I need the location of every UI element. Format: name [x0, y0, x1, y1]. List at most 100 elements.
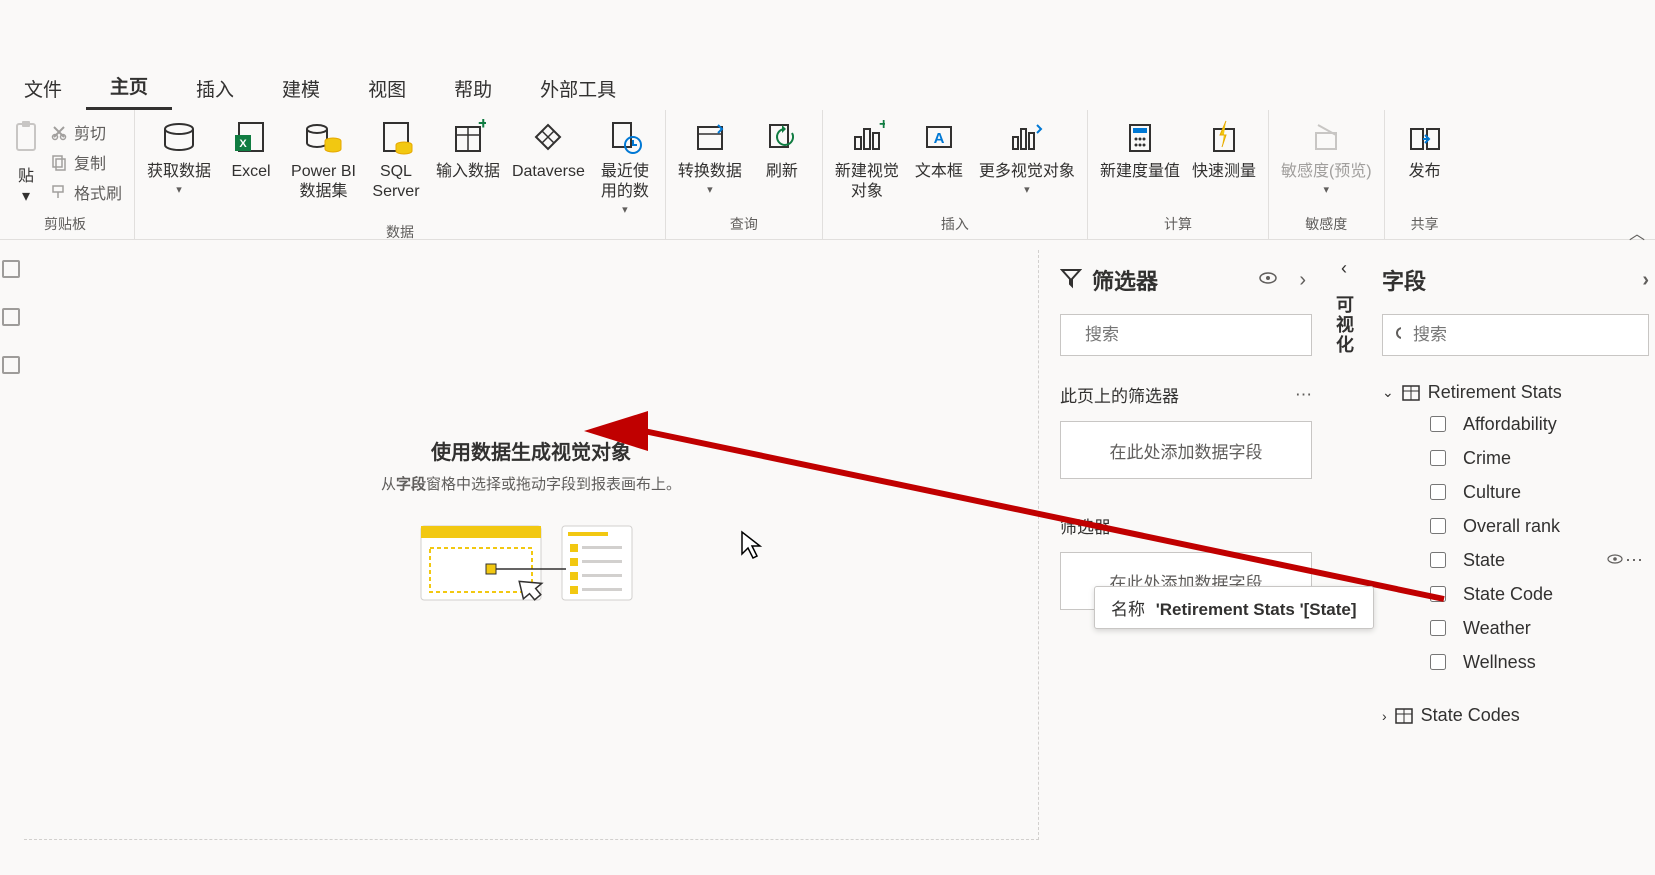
table-name-state-codes: State Codes — [1421, 705, 1520, 726]
page-filters-title: 此页上的筛选器 — [1060, 382, 1179, 407]
viz-expand-icon[interactable]: ‹ — [1341, 258, 1347, 279]
report-view-icon[interactable] — [2, 260, 20, 278]
textbox-label: 文本框 — [915, 162, 963, 182]
field-state[interactable]: State ⋯ — [1382, 543, 1649, 577]
filters-search-input[interactable] — [1083, 324, 1308, 346]
tooltip-value: 'Retirement Stats '[State] — [1156, 600, 1357, 619]
field-state-code[interactable]: State Code — [1382, 577, 1649, 611]
chevron-down-icon: ⌄ — [1382, 384, 1394, 401]
excel-button[interactable]: X Excel — [217, 114, 285, 186]
transform-data-button[interactable]: 转换数据 ▾ — [672, 114, 748, 202]
fields-collapse-icon[interactable]: › — [1642, 269, 1649, 292]
svg-text:A: A — [934, 130, 945, 147]
canvas-hint-title: 使用数据生成视觉对象 — [24, 436, 1038, 465]
left-nav — [0, 260, 22, 374]
tab-view[interactable]: 视图 — [344, 65, 430, 110]
group-title-data: 数据 — [386, 222, 414, 246]
format-painter-button[interactable]: 格式刷 — [50, 180, 122, 204]
dataverse-button[interactable]: Dataverse — [506, 114, 591, 186]
get-data-button[interactable]: 获取数据 ▾ — [141, 114, 217, 202]
publish-button[interactable]: 发布 — [1391, 114, 1459, 186]
field-more-icon[interactable]: ⋯ — [1625, 550, 1645, 571]
table-header-retirement-stats[interactable]: ⌄ Retirement Stats — [1382, 378, 1649, 407]
model-view-icon[interactable] — [2, 356, 20, 374]
cut-button[interactable]: 剪切 — [50, 120, 106, 144]
field-culture[interactable]: Culture — [1382, 475, 1649, 509]
tab-help[interactable]: 帮助 — [430, 65, 516, 110]
table-name-retirement-stats: Retirement Stats — [1428, 382, 1562, 403]
enter-data-button[interactable]: + 输入数据 — [430, 114, 506, 186]
table-icon — [1395, 708, 1413, 724]
powerbi-dataset-label: Power BI 数据集 — [291, 162, 356, 202]
sensitivity-button: 敏感度(预览) ▾ — [1275, 114, 1378, 202]
ribbon: 贴 ▾ 剪切 复制 格式刷 剪贴板 — [0, 110, 1655, 240]
copy-label: 复制 — [74, 150, 106, 174]
sql-server-button[interactable]: SQL Server — [362, 114, 430, 206]
publish-label: 发布 — [1409, 162, 1441, 182]
filters-title: 筛选器 — [1092, 264, 1243, 296]
fields-pane: 字段 › ⌄ Retirement Stats Affordability Cr… — [1366, 252, 1655, 738]
refresh-button[interactable]: 刷新 — [748, 114, 816, 186]
tab-external-tools[interactable]: 外部工具 — [516, 65, 640, 110]
quick-measure-button[interactable]: 快速测量 — [1186, 114, 1262, 186]
fields-title: 字段 — [1382, 264, 1426, 296]
transform-data-label: 转换数据 — [678, 162, 742, 182]
sensitivity-label: 敏感度(预览) — [1281, 162, 1372, 182]
page-filters-more-icon[interactable]: ⋯ — [1295, 385, 1312, 405]
tab-modeling[interactable]: 建模 — [258, 65, 344, 110]
group-title-queries: 查询 — [730, 214, 758, 238]
filters-visibility-icon[interactable] — [1253, 271, 1283, 290]
paste-label: 贴 — [18, 162, 34, 186]
filters-pane: 筛选器 › 此页上的筛选器 ⋯ 在此处添加数据字段 筛选器 在此处添加数据字段 — [1046, 252, 1326, 872]
recent-sources-button[interactable]: 最近使 用的数 ▾ — [591, 114, 659, 222]
quick-measure-label: 快速测量 — [1192, 162, 1256, 182]
ribbon-collapse-button[interactable]: ︿ — [1629, 220, 1645, 244]
filter-icon — [1060, 267, 1082, 294]
svg-text:X: X — [239, 138, 247, 150]
table-icon — [1402, 385, 1420, 401]
field-wellness[interactable]: Wellness — [1382, 645, 1649, 679]
new-visual-button[interactable]: + 新建视觉 对象 — [829, 114, 905, 206]
fields-search-input[interactable] — [1411, 324, 1636, 346]
tab-file[interactable]: 文件 — [0, 65, 86, 110]
fields-search[interactable] — [1382, 314, 1649, 356]
table-header-state-codes[interactable]: › State Codes — [1382, 701, 1649, 730]
paste-button[interactable]: 贴 ▾ — [2, 114, 50, 210]
visualizations-pane-collapsed: ‹ 可视化 — [1326, 252, 1362, 872]
get-data-label: 获取数据 — [147, 162, 211, 182]
refresh-label: 刷新 — [766, 162, 798, 182]
page-filters-dropzone[interactable]: 在此处添加数据字段 — [1060, 421, 1312, 479]
group-title-sensitivity: 敏感度 — [1305, 214, 1347, 238]
enter-data-label: 输入数据 — [436, 162, 500, 182]
svg-text:+: + — [879, 119, 885, 133]
field-crime[interactable]: Crime — [1382, 441, 1649, 475]
format-painter-label: 格式刷 — [74, 180, 122, 204]
new-visual-label: 新建视觉 对象 — [835, 162, 899, 202]
new-measure-label: 新建度量值 — [1100, 162, 1180, 182]
new-measure-button[interactable]: 新建度量值 — [1094, 114, 1186, 186]
report-canvas[interactable]: 使用数据生成视觉对象 从字段窗格中选择或拖动字段到报表画布上。 — [24, 250, 1039, 840]
copy-button[interactable]: 复制 — [50, 150, 106, 174]
cut-label: 剪切 — [74, 120, 106, 144]
recent-sources-label: 最近使 用的数 — [601, 162, 649, 202]
field-weather[interactable]: Weather — [1382, 611, 1649, 645]
tab-home[interactable]: 主页 — [86, 62, 172, 110]
powerbi-dataset-button[interactable]: Power BI 数据集 — [285, 114, 362, 206]
textbox-button[interactable]: A 文本框 — [905, 114, 973, 186]
viz-title: 可视化 — [1331, 295, 1357, 355]
tab-insert[interactable]: 插入 — [172, 65, 258, 110]
canvas-illustration — [416, 520, 646, 606]
canvas-hint-subtitle: 从字段窗格中选择或拖动字段到报表画布上。 — [24, 473, 1038, 494]
group-title-share: 共享 — [1411, 214, 1439, 238]
filters-collapse-icon[interactable]: › — [1293, 269, 1312, 292]
sql-server-label: SQL Server — [372, 162, 419, 202]
data-view-icon[interactable] — [2, 308, 20, 326]
field-affordability[interactable]: Affordability — [1382, 407, 1649, 441]
more-visuals-label: 更多视觉对象 — [979, 162, 1075, 182]
filters-search[interactable] — [1060, 314, 1312, 356]
field-overall-rank[interactable]: Overall rank — [1382, 509, 1649, 543]
field-visibility-icon[interactable] — [1607, 552, 1623, 568]
more-visuals-button[interactable]: 更多视觉对象 ▾ — [973, 114, 1081, 202]
tooltip-label: 名称 — [1111, 600, 1145, 619]
group-title-calculations: 计算 — [1164, 214, 1192, 238]
